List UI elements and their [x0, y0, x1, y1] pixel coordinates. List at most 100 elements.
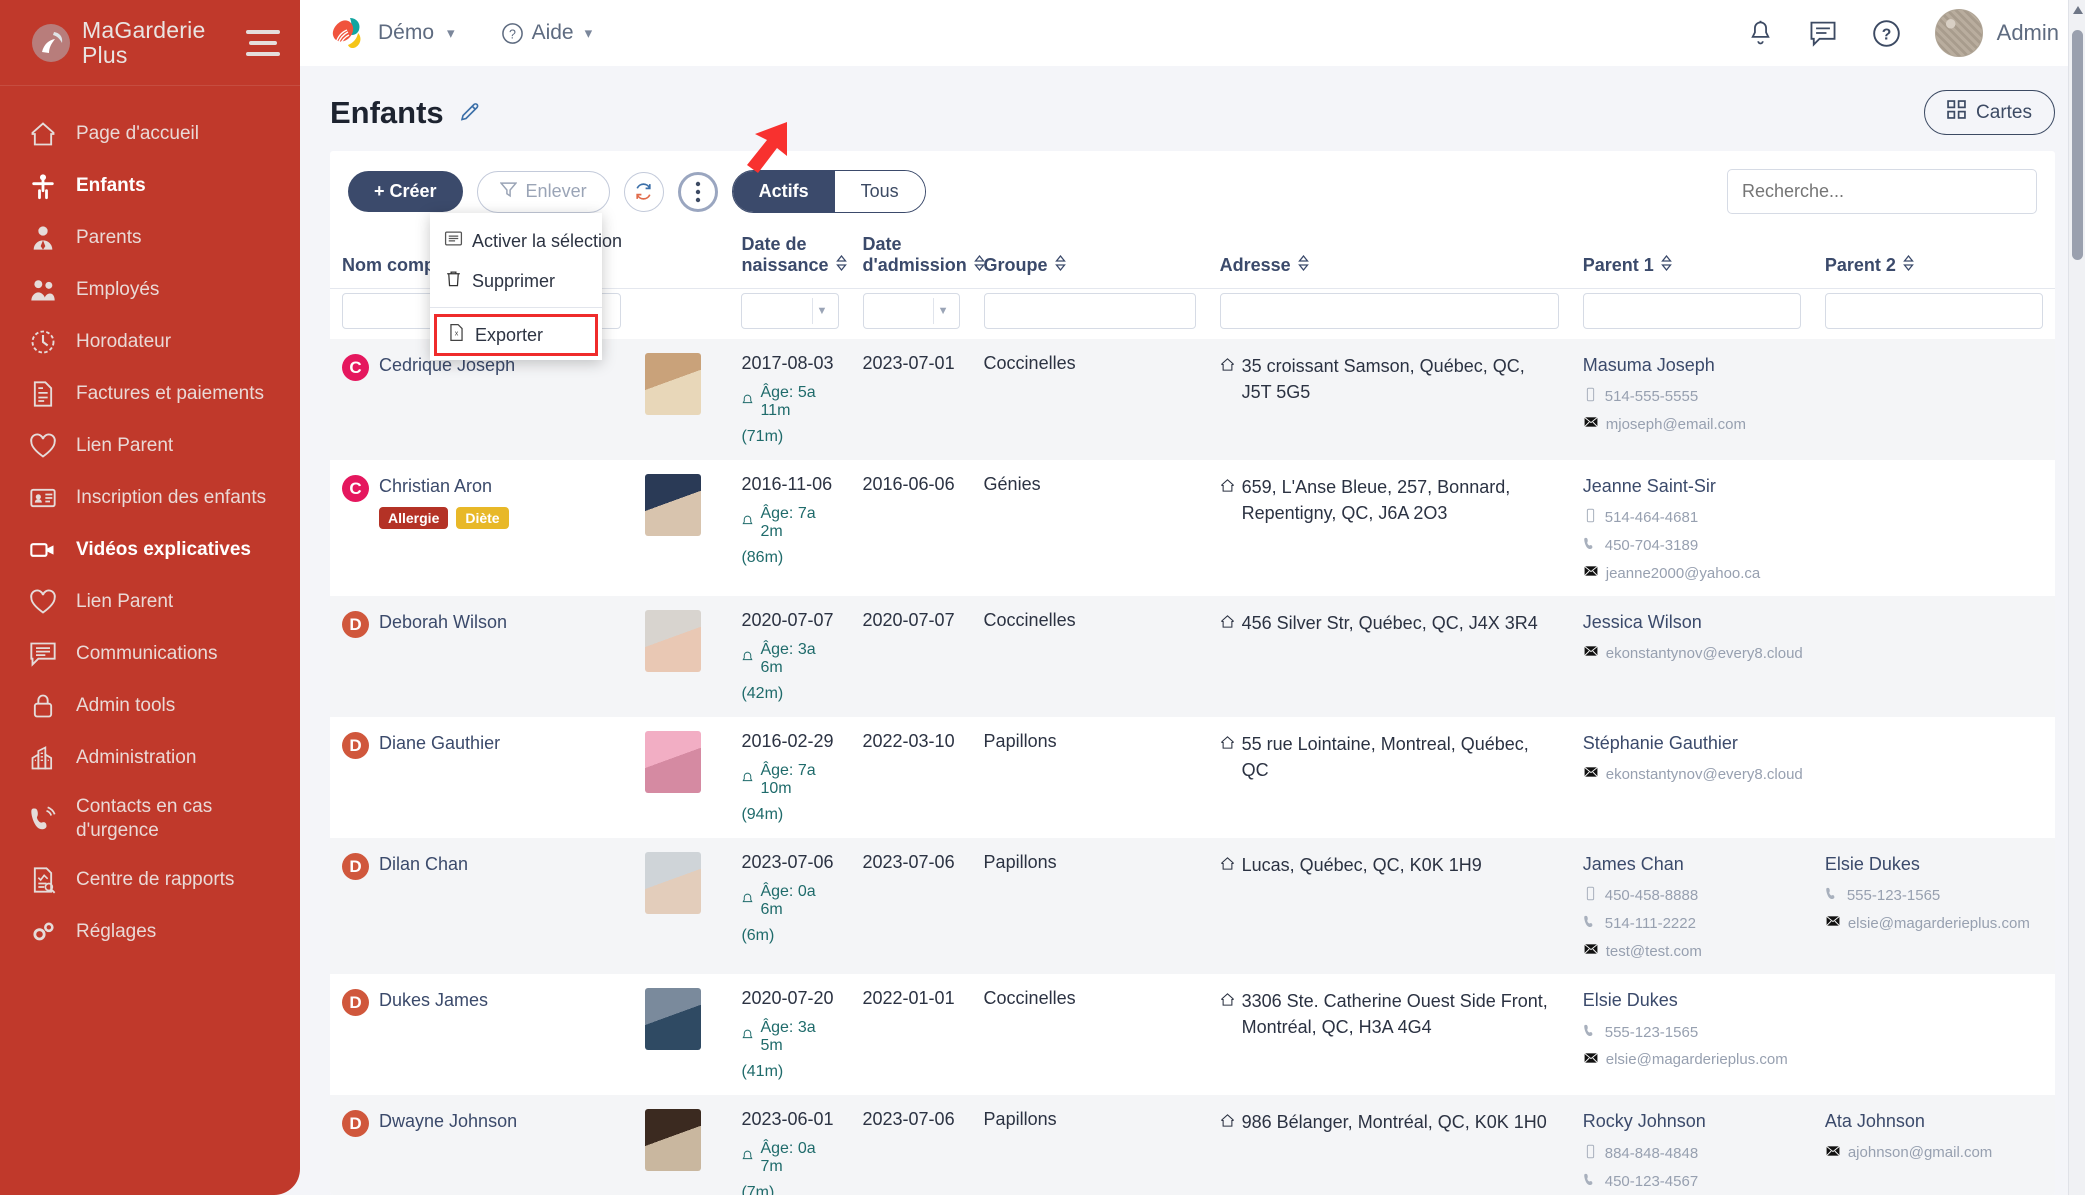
kebab-menu-icon[interactable] — [678, 172, 718, 212]
column-header-parent-1[interactable]: Parent 1 — [1571, 224, 1813, 289]
table-row[interactable]: C Christian Aron AllergieDiète 2016-11-0… — [330, 460, 2055, 596]
child-photo[interactable] — [645, 852, 701, 914]
child-photo[interactable] — [645, 731, 701, 793]
contact-line[interactable]: 555-123-1565 — [1583, 1023, 1801, 1042]
parent1-name[interactable]: Masuma Joseph — [1583, 353, 1801, 378]
column-header-parent-2[interactable]: Parent 2 — [1813, 224, 2055, 289]
sidebar-item-contacts-en-cas-d-urgence[interactable]: Contacts en cas d'urgence — [0, 784, 300, 854]
table-row[interactable]: D Dwayne Johnson 2023-06-01 Âge: 0a 7m (… — [330, 1095, 2055, 1195]
parent1-name[interactable]: Jessica Wilson — [1583, 610, 1801, 635]
sidebar-brand[interactable]: MaGarderie Plus — [0, 0, 300, 86]
menu-item-supprimer[interactable]: Supprimer — [430, 261, 602, 301]
scroll-up-arrow-icon[interactable] — [2073, 6, 2083, 14]
toggle-actifs[interactable]: Actifs — [733, 171, 835, 212]
sidebar-item-centre-de-rapports[interactable]: Centre de rapports — [0, 854, 300, 906]
child-name-link[interactable]: Diane Gauthier — [379, 733, 500, 753]
sidebar-item-inscription-des-enfants[interactable]: Inscription des enfants — [0, 472, 300, 524]
child-name-link[interactable]: Christian Aron — [379, 476, 492, 496]
contact-line[interactable]: 514-464-4681 — [1583, 508, 1801, 527]
sort-icon[interactable] — [1902, 255, 1915, 276]
sort-icon[interactable] — [1054, 255, 1067, 276]
column-header-adresse[interactable]: Adresse — [1208, 224, 1571, 289]
sidebar-item-r-glages[interactable]: Réglages — [0, 906, 300, 958]
column-filter-input[interactable] — [984, 293, 1196, 329]
remove-filter-button[interactable]: Enlever — [477, 171, 610, 213]
sidebar-item-vid-os-explicatives[interactable]: Vidéos explicatives — [0, 524, 300, 576]
cards-view-button[interactable]: Cartes — [1924, 90, 2055, 135]
parent2-name[interactable]: Elsie Dukes — [1825, 852, 2043, 877]
column-header-groupe[interactable]: Groupe — [972, 224, 1208, 289]
chat-icon[interactable] — [1808, 19, 1838, 47]
parent1-name[interactable]: Elsie Dukes — [1583, 988, 1801, 1013]
contact-line[interactable]: 555-123-1565 — [1825, 886, 2043, 905]
menu-item-activer-la-s-lection[interactable]: Activer la sélection — [430, 221, 602, 261]
contact-line[interactable]: test@test.com — [1583, 942, 1801, 960]
sidebar-item-enfants[interactable]: Enfants — [0, 160, 300, 212]
bell-icon[interactable] — [1747, 19, 1774, 48]
scrollbar-thumb[interactable] — [2072, 30, 2083, 260]
contact-line[interactable]: 514-111-2222 — [1583, 914, 1801, 933]
column-filter-input[interactable] — [1583, 293, 1801, 329]
parent1-name[interactable]: Stéphanie Gauthier — [1583, 731, 1801, 756]
child-photo[interactable] — [645, 988, 701, 1050]
contact-line[interactable]: 884-848-4848 — [1583, 1144, 1801, 1163]
table-row[interactable]: D Dukes James 2020-07-20 Âge: 3a 5m (41m… — [330, 974, 2055, 1095]
sidebar-item-page-d-accueil[interactable]: Page d'accueil — [0, 108, 300, 160]
table-row[interactable]: D Diane Gauthier 2016-02-29 Âge: 7a 10m … — [330, 717, 2055, 838]
user-menu[interactable]: Admin — [1935, 9, 2059, 57]
search-input[interactable] — [1727, 169, 2037, 214]
child-name-link[interactable]: Dilan Chan — [379, 854, 468, 874]
child-photo[interactable] — [645, 474, 701, 536]
date-filter-select[interactable]: ▼ — [863, 293, 960, 329]
sort-icon[interactable] — [1660, 255, 1673, 276]
column-header-date-de-naissance[interactable]: Date de naissance — [729, 224, 850, 289]
sort-icon[interactable] — [835, 255, 848, 276]
contact-line[interactable]: 450-704-3189 — [1583, 536, 1801, 555]
sidebar-item-communications[interactable]: Communications — [0, 628, 300, 680]
column-filter-input[interactable] — [1825, 293, 2043, 329]
sort-icon[interactable] — [1297, 255, 1310, 276]
page-scrollbar[interactable] — [2068, 0, 2085, 1195]
child-photo[interactable] — [645, 353, 701, 415]
parent1-name[interactable]: Jeanne Saint-Sir — [1583, 474, 1801, 499]
sidebar-item-administration[interactable]: Administration — [0, 732, 300, 784]
contact-line[interactable]: 514-555-5555 — [1583, 387, 1801, 406]
contact-line[interactable]: elsie@magarderieplus.com — [1825, 914, 2043, 932]
contact-line[interactable]: ajohnson@gmail.com — [1825, 1144, 2043, 1162]
table-row[interactable]: D Dilan Chan 2023-07-06 Âge: 0a 6m (6m) … — [330, 838, 2055, 974]
contact-line[interactable]: jeanne2000@yahoo.ca — [1583, 564, 1801, 582]
parent1-name[interactable]: James Chan — [1583, 852, 1801, 877]
date-filter-select[interactable]: ▼ — [741, 293, 838, 329]
toggle-tous[interactable]: Tous — [835, 171, 925, 212]
child-name-link[interactable]: Dwayne Johnson — [379, 1111, 517, 1131]
sidebar-item-lien-parent[interactable]: Lien Parent — [0, 420, 300, 472]
sidebar-item-parents[interactable]: Parents — [0, 212, 300, 264]
child-name-link[interactable]: Dukes James — [379, 990, 488, 1010]
menu-item-exporter[interactable]: x Exporter — [434, 314, 598, 356]
column-header-date-d-admission[interactable]: Date d'admission — [851, 224, 972, 289]
refresh-icon[interactable] — [624, 172, 664, 212]
help-menu[interactable]: ? Aide ▾ — [501, 21, 593, 45]
sidebar-item-horodateur[interactable]: Horodateur — [0, 316, 300, 368]
sidebar-item-factures-et-paiements[interactable]: Factures et paiements — [0, 368, 300, 420]
child-photo[interactable] — [645, 1109, 701, 1171]
contact-line[interactable]: ekonstantynov@every8.cloud — [1583, 644, 1801, 662]
contact-line[interactable]: ekonstantynov@every8.cloud — [1583, 765, 1801, 783]
create-button[interactable]: + Créer — [348, 171, 463, 212]
pencil-icon[interactable] — [458, 101, 482, 125]
child-photo[interactable] — [645, 610, 701, 672]
contact-line[interactable]: elsie@magarderieplus.com — [1583, 1051, 1801, 1069]
sidebar-item-lien-parent[interactable]: Lien Parent — [0, 576, 300, 628]
sidebar-item-employ-s[interactable]: Employés — [0, 264, 300, 316]
parent2-name[interactable]: Ata Johnson — [1825, 1109, 2043, 1134]
contact-line[interactable]: mjoseph@email.com — [1583, 415, 1801, 433]
contact-line[interactable]: 450-123-4567 — [1583, 1172, 1801, 1191]
parent1-name[interactable]: Rocky Johnson — [1583, 1109, 1801, 1134]
column-filter-input[interactable] — [1220, 293, 1559, 329]
hamburger-menu-icon[interactable] — [246, 30, 280, 56]
child-name-link[interactable]: Deborah Wilson — [379, 612, 507, 632]
table-row[interactable]: D Deborah Wilson 2020-07-07 Âge: 3a 6m (… — [330, 596, 2055, 717]
sidebar-item-admin-tools[interactable]: Admin tools — [0, 680, 300, 732]
contact-line[interactable]: 450-458-8888 — [1583, 886, 1801, 905]
org-switcher[interactable]: Démo ▾ — [328, 13, 455, 53]
